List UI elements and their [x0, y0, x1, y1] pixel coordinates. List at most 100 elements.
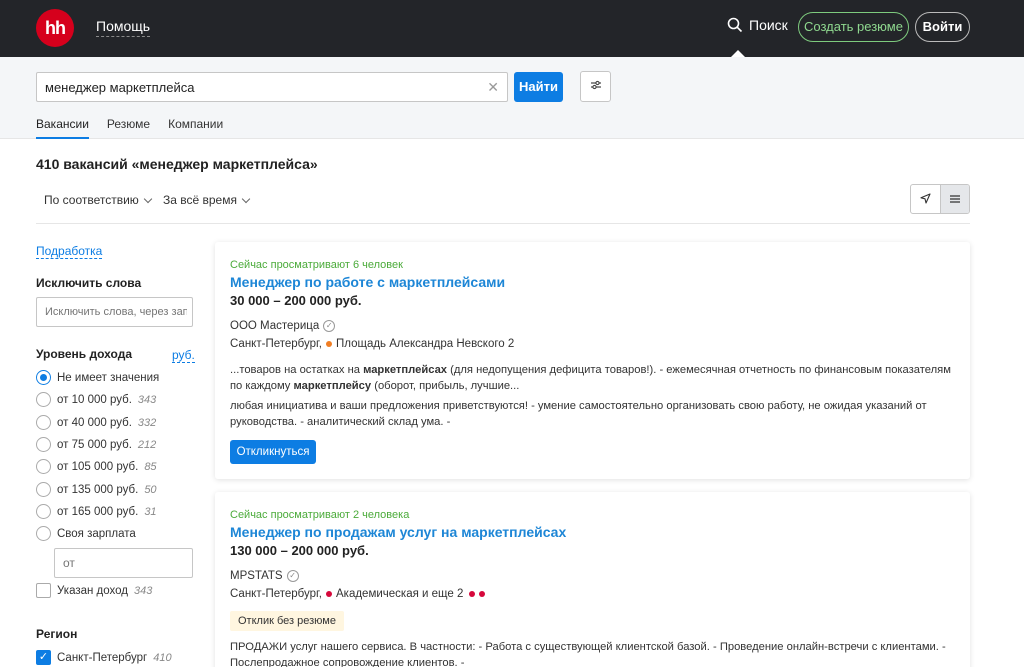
income-option-count: 85	[144, 460, 157, 473]
login-button[interactable]: Войти	[915, 12, 970, 42]
income-option-count: 332	[137, 416, 157, 429]
map-view-button[interactable]	[911, 185, 940, 213]
income-option-label: от 135 000 руб.	[57, 483, 139, 496]
verified-check-icon: ✓	[286, 570, 299, 582]
income-option-label: от 105 000 руб.	[57, 460, 139, 473]
sort-period-dropdown[interactable]: За всё время	[163, 193, 251, 207]
search-panel: ✕ Найти Вакансии Резюме Компании	[0, 57, 1024, 139]
income-option-label: от 165 000 руб.	[57, 505, 139, 518]
no-resume-badge: Отклик без резюме	[230, 611, 344, 631]
search-nav-link[interactable]: Поиск	[727, 17, 788, 57]
search-input[interactable]	[37, 73, 477, 101]
currency-link[interactable]: руб.	[172, 348, 195, 363]
tab-companies[interactable]: Компании	[168, 117, 223, 139]
vacancy-card: Сейчас просматривают 6 человек Менеджер …	[215, 242, 970, 479]
metro-label: Академическая и еще 2	[335, 588, 464, 600]
divider	[36, 223, 970, 224]
radio-button[interactable]	[36, 370, 51, 385]
sort-relevance-label: По соответствию	[44, 193, 139, 207]
income-option-label: Своя зарплата	[57, 527, 136, 540]
metro-dot-icon	[479, 591, 486, 597]
vacancy-salary: 130 000 – 200 000 руб.	[230, 543, 369, 558]
city-label: Санкт-Петербург,	[230, 338, 322, 350]
checkbox-checked[interactable]: ✓	[36, 650, 51, 665]
income-option[interactable]: от 40 000 руб. 332	[36, 415, 156, 430]
radio-button[interactable]	[36, 482, 51, 497]
exclude-words-heading: Исключить слова	[36, 276, 142, 290]
own-salary-field[interactable]	[54, 548, 193, 578]
respond-button[interactable]: Откликнуться	[230, 440, 316, 464]
radio-button[interactable]	[36, 504, 51, 519]
radio-button[interactable]	[36, 437, 51, 452]
search-icon	[727, 17, 743, 33]
advanced-filter-button[interactable]	[580, 71, 611, 102]
hh-logo[interactable]: hh	[36, 9, 74, 47]
search-nav-label: Поиск	[749, 17, 788, 33]
sort-relevance-dropdown[interactable]: По соответствию	[44, 193, 153, 207]
sliders-icon	[590, 80, 601, 90]
active-notch	[731, 50, 745, 57]
vacancy-salary: 30 000 – 200 000 руб.	[230, 293, 362, 308]
metro-label: Площадь Александра Невского 2	[335, 338, 515, 350]
top-navbar: hh Помощь Поиск Создать резюме Войти	[0, 0, 1024, 57]
income-option-count: 343	[137, 393, 157, 406]
region-heading: Регион	[36, 627, 78, 641]
exclude-words-input[interactable]	[37, 298, 187, 326]
own-salary-input[interactable]	[55, 549, 175, 577]
company-name-link[interactable]: ООО Мастерица	[230, 320, 319, 332]
clear-icon[interactable]: ✕	[487, 79, 499, 96]
exclude-words-field[interactable]	[36, 297, 193, 327]
income-option[interactable]: от 10 000 руб. 343	[36, 392, 156, 407]
chevron-down-icon	[143, 194, 153, 204]
income-option-label: от 40 000 руб.	[57, 416, 132, 429]
results-title: 410 вакансий «менеджер маркетплейса»	[36, 156, 318, 172]
vacancy-card: Сейчас просматривают 2 человека Менеджер…	[215, 492, 970, 667]
list-icon	[949, 195, 960, 203]
city-label: Санкт-Петербург,	[230, 588, 322, 600]
income-option-label: от 10 000 руб.	[57, 393, 132, 406]
radio-button[interactable]	[36, 392, 51, 407]
sort-period-label: За всё время	[163, 193, 237, 207]
income-specified-label: Указан доход	[57, 584, 129, 597]
checkbox[interactable]	[36, 583, 51, 598]
income-option[interactable]: от 75 000 руб. 212	[36, 437, 156, 452]
find-button[interactable]: Найти	[514, 72, 563, 102]
income-option-label: от 75 000 руб.	[57, 438, 132, 451]
region-filter-spb[interactable]: ✓ Санкт-Петербург 410	[36, 650, 172, 665]
podrabotka-link[interactable]: Подработка	[36, 244, 103, 259]
income-specified-count: 343	[134, 584, 153, 597]
income-option[interactable]: Своя зарплата	[36, 526, 136, 541]
metro-dot-icon	[325, 341, 332, 347]
search-tabs: Вакансии Резюме Компании	[36, 117, 223, 139]
view-toggle	[910, 184, 970, 214]
vacancy-title-link[interactable]: Менеджер по работе с маркетплейсами	[230, 274, 505, 290]
help-link[interactable]: Помощь	[96, 18, 151, 37]
radio-button[interactable]	[36, 415, 51, 430]
income-option[interactable]: Не имеет значения	[36, 370, 159, 385]
metro-dot-icon	[469, 591, 476, 597]
vacancy-responsibilities: ПРОДАЖИ услуг нашего сервиса. В частност…	[230, 641, 946, 667]
income-option-label: Не имеет значения	[57, 371, 160, 384]
viewing-now-label: Сейчас просматривают 6 человек	[230, 259, 403, 271]
chevron-down-icon	[241, 194, 251, 204]
tab-vacancies[interactable]: Вакансии	[36, 117, 89, 139]
radio-button[interactable]	[36, 459, 51, 474]
region-label: Санкт-Петербург	[57, 651, 148, 664]
list-view-button[interactable]	[939, 185, 969, 213]
income-option[interactable]: от 105 000 руб. 85	[36, 459, 157, 474]
tab-resumes[interactable]: Резюме	[107, 117, 150, 139]
radio-button[interactable]	[36, 526, 51, 541]
viewing-now-label: Сейчас просматривают 2 человека	[230, 509, 410, 521]
income-option[interactable]: от 165 000 руб. 31	[36, 504, 157, 519]
vacancy-title-link[interactable]: Менеджер по продажам услуг на маркетплей…	[230, 524, 566, 540]
search-field[interactable]: ✕	[36, 72, 508, 102]
income-option-count: 50	[144, 483, 157, 496]
location-row: Санкт-Петербург, Площадь Александра Невс…	[230, 338, 514, 350]
create-resume-button[interactable]: Создать резюме	[798, 12, 909, 42]
company-name-link[interactable]: MPSTATS	[230, 570, 283, 582]
income-specified-filter[interactable]: Указан доход 343	[36, 583, 152, 598]
income-heading: Уровень дохода	[36, 347, 133, 361]
verified-check-icon: ✓	[323, 320, 336, 332]
income-option[interactable]: от 135 000 руб. 50	[36, 482, 157, 497]
company-row: ООО Мастерица ✓	[230, 320, 336, 332]
